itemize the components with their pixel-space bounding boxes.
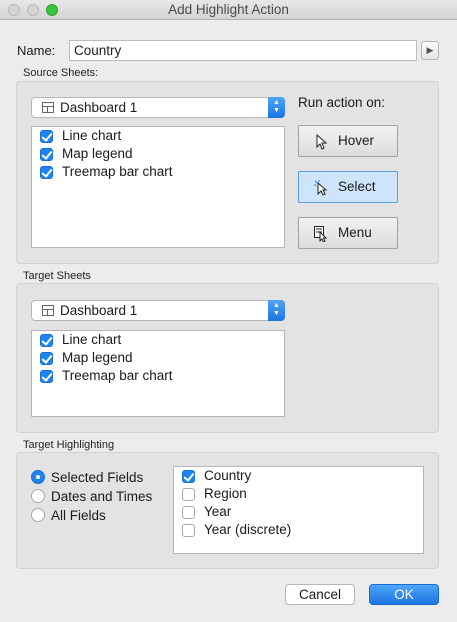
list-item-label: Line chart [62, 128, 122, 143]
checkbox[interactable] [182, 524, 195, 537]
list-item[interactable]: Treemap bar chart [32, 163, 284, 181]
select-action-button[interactable]: Select [298, 171, 398, 203]
chevron-updown-icon: ▲ ▼ [268, 97, 285, 118]
source-dashboard-select[interactable]: Dashboard 1 ▲ ▼ [31, 97, 285, 118]
checkbox[interactable] [40, 148, 53, 161]
list-item-label: Year [204, 504, 232, 519]
dashboard-icon [42, 305, 54, 316]
name-insert-arrow-button[interactable]: ▶ [421, 41, 439, 60]
name-label: Name: [17, 43, 56, 58]
radio-button[interactable] [31, 489, 45, 503]
dashboard-icon [42, 102, 54, 113]
target-dashboard-select[interactable]: Dashboard 1 ▲ ▼ [31, 300, 285, 321]
radio-label: Selected Fields [51, 470, 144, 485]
menu-action-button[interactable]: Menu [298, 217, 398, 249]
target-sheets-label: Target Sheets [23, 270, 91, 282]
checkbox[interactable] [40, 352, 53, 365]
radio-button[interactable] [31, 470, 45, 484]
hover-action-button[interactable]: Hover [298, 125, 398, 157]
checkbox[interactable] [40, 166, 53, 179]
checkbox[interactable] [40, 334, 53, 347]
list-item-label: Year (discrete) [204, 522, 292, 537]
menu-pointer-icon [314, 226, 328, 242]
list-item-label: Treemap bar chart [62, 368, 173, 383]
radio-all-fields[interactable]: All Fields [31, 506, 106, 525]
list-item[interactable]: Treemap bar chart [32, 367, 284, 385]
checkbox[interactable] [40, 370, 53, 383]
checkbox[interactable] [182, 488, 195, 501]
list-item-label: Line chart [62, 332, 122, 347]
radio-button[interactable] [31, 508, 45, 522]
list-item[interactable]: Region [174, 485, 423, 503]
list-item[interactable]: Line chart [32, 127, 284, 145]
window-title: Add Highlight Action [168, 2, 289, 17]
radio-label: All Fields [51, 508, 106, 523]
source-sheets-list: Line chart Map legend Treemap bar chart [31, 126, 285, 248]
list-item[interactable]: Map legend [32, 145, 284, 163]
list-item-label: Region [204, 486, 247, 501]
pointer-icon [316, 134, 328, 150]
run-action-label: Run action on: [298, 95, 386, 110]
list-item-label: Map legend [62, 146, 133, 161]
source-dashboard-value: Dashboard 1 [60, 100, 138, 115]
cancel-button[interactable]: Cancel [285, 584, 355, 605]
select-action-label: Select [338, 179, 376, 194]
checkbox[interactable] [40, 130, 53, 143]
target-sheets-list: Line chart Map legend Treemap bar chart [31, 330, 285, 417]
checkbox[interactable] [182, 470, 195, 483]
list-item-label: Country [204, 468, 252, 483]
radio-selected-fields[interactable]: Selected Fields [31, 468, 143, 487]
title-bar: Add Highlight Action [0, 0, 457, 20]
name-input[interactable]: Country [69, 40, 417, 61]
target-dashboard-value: Dashboard 1 [60, 303, 138, 318]
list-item[interactable]: Year (discrete) [174, 521, 423, 539]
menu-action-label: Menu [338, 225, 372, 240]
target-highlighting-label: Target Highlighting [23, 439, 115, 451]
list-item[interactable]: Year [174, 503, 423, 521]
list-item[interactable]: Map legend [32, 349, 284, 367]
source-sheets-label: Source Sheets: [23, 67, 99, 79]
radio-dates-and-times[interactable]: Dates and Times [31, 487, 152, 506]
chevron-updown-icon: ▲ ▼ [268, 300, 285, 321]
checkbox[interactable] [182, 506, 195, 519]
highlight-fields-list: Country Region Year Year (discrete) [173, 466, 424, 554]
list-item-label: Map legend [62, 350, 133, 365]
list-item-label: Treemap bar chart [62, 164, 173, 179]
ok-button[interactable]: OK [369, 584, 439, 605]
list-item[interactable]: Country [174, 467, 423, 485]
list-item[interactable]: Line chart [32, 331, 284, 349]
click-pointer-icon [314, 180, 328, 196]
hover-action-label: Hover [338, 133, 375, 148]
radio-label: Dates and Times [51, 489, 153, 504]
